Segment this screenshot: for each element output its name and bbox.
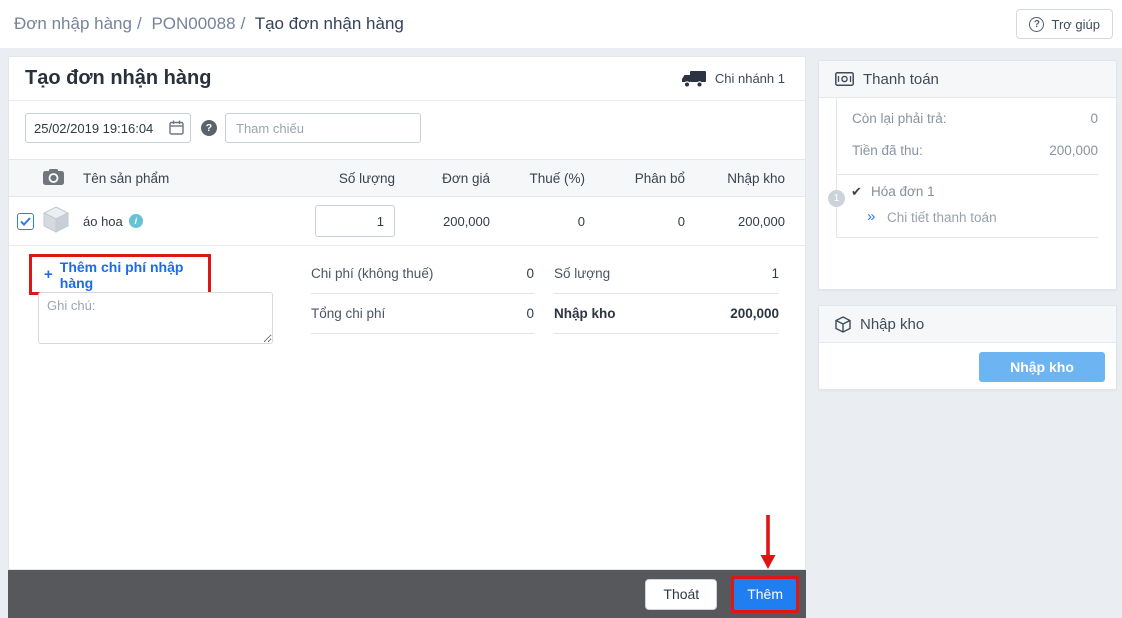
col-header-quantity: Số lượng [338, 170, 395, 186]
divider [836, 174, 1098, 175]
breadcrumb-section-link[interactable]: Đơn nhập hàng [14, 14, 132, 33]
breadcrumb-order-code-link[interactable]: PON00088 [151, 14, 235, 33]
stock-in-value: 200,000 [738, 213, 785, 229]
summary-row-cost-no-tax: Chi phí (không thuế) 0 [311, 254, 534, 294]
col-header-unit-price: Đơn giá [442, 170, 490, 186]
col-header-allocation: Phân bổ [634, 170, 685, 186]
summary-row-stock-in: Nhập kho 200,000 [554, 294, 779, 334]
product-checkbox[interactable] [17, 212, 34, 230]
payment-detail-link[interactable]: Chi tiết thanh toán [887, 210, 997, 225]
remaining-value: 0 [1090, 111, 1098, 126]
add-button[interactable]: Thêm [734, 578, 796, 610]
branch-label: Chi nhánh 1 [714, 71, 785, 86]
receive-order-panel: Tạo đơn nhận hàng Chi nhánh 1 ? [8, 56, 806, 570]
quantity-input[interactable] [315, 205, 395, 237]
payment-panel-body: Còn lại phải trả: 0 Tiền đã thu: 200,000… [819, 98, 1116, 290]
add-import-cost-link[interactable]: + Thêm chi phí nhập hàng [44, 259, 208, 291]
payment-panel-title: Thanh toán [863, 70, 939, 88]
summary-value: 1 [771, 266, 779, 281]
topbar: Đơn nhập hàng / PON00088/ Tạo đơn nhận hà… [0, 0, 1122, 48]
breadcrumb-current-page: Tạo đơn nhận hàng [254, 14, 404, 33]
summary-label: Tổng chi phí [311, 306, 386, 321]
col-header-tax: Thuế (%) [529, 170, 585, 186]
allocation-value: 0 [677, 213, 685, 229]
order-meta-row: ? [25, 113, 421, 143]
tax-value: 0 [577, 213, 585, 229]
invoice-check-icon: ✔ [851, 184, 862, 199]
summary-row-quantity: Số lượng 1 [554, 254, 779, 294]
product-info-icon[interactable]: i [128, 214, 143, 228]
receive-date-input[interactable] [25, 113, 191, 143]
product-name[interactable]: áo hoa [83, 214, 123, 229]
camera-icon [43, 168, 64, 185]
received-value: 200,000 [1049, 143, 1098, 158]
question-circle-icon: ? [1029, 16, 1045, 32]
plus-icon: + [44, 266, 53, 283]
breadcrumb-separator: / [136, 14, 142, 33]
unit-price-value: 200,000 [443, 213, 490, 229]
help-button-label: Trợ giúp [1051, 16, 1100, 32]
panel-header: Tạo đơn nhận hàng Chi nhánh 1 [9, 57, 805, 101]
double-chevron-icon: » [867, 208, 876, 225]
cash-icon [835, 72, 854, 86]
invoice-label: Hóa đơn 1 [871, 184, 935, 199]
received-label: Tiền đã thu: [852, 143, 923, 158]
annotation-red-box-add-button: Thêm [731, 575, 799, 613]
stock-in-button[interactable]: Nhập kho [979, 352, 1105, 382]
exit-button[interactable]: Thoát [645, 578, 718, 610]
product-cube-icon [42, 206, 70, 233]
summary-value: 200,000 [730, 306, 779, 321]
payment-panel-header: Thanh toán [819, 61, 1116, 98]
divider [836, 237, 1098, 238]
summary-label: Nhập kho [554, 306, 616, 321]
annotation-red-box-add-cost: + Thêm chi phí nhập hàng [29, 254, 211, 295]
stock-panel-header: Nhập kho [819, 306, 1116, 343]
product-table-header: Tên sản phẩm Số lượng Đơn giá Thuế (%) P… [9, 159, 805, 197]
truck-icon [681, 70, 706, 88]
stock-panel-body: Nhập kho [819, 343, 1116, 390]
remaining-label: Còn lại phải trả: [852, 111, 947, 126]
breadcrumb-separator: / [240, 14, 246, 33]
calendar-icon[interactable] [169, 120, 184, 135]
summary-label: Số lượng [554, 266, 611, 281]
stock-in-panel: Nhập kho Nhập kho [818, 305, 1117, 390]
summary-row-total-cost: Tổng chi phí 0 [311, 294, 534, 334]
branch-selector[interactable]: Chi nhánh 1 [681, 70, 785, 88]
footer-action-bar: Thoát Thêm [8, 570, 806, 618]
checkmark-icon [20, 216, 31, 226]
product-row: áo hoa i 200,000 0 0 200,000 [9, 197, 805, 246]
step-number-badge: 1 [828, 190, 845, 207]
cube-icon [835, 315, 851, 333]
summary-label: Chi phí (không thuế) [311, 266, 434, 281]
breadcrumb: Đơn nhập hàng / PON00088/ Tạo đơn nhận hà… [14, 14, 404, 34]
annotation-arrow [760, 515, 776, 569]
date-help-icon[interactable]: ? [201, 120, 217, 136]
order-summary: Chi phí (không thuế) 0 Tổng chi phí 0 Số… [311, 254, 779, 334]
summary-value: 0 [526, 306, 534, 321]
reference-input[interactable] [225, 113, 421, 143]
timeline-line [836, 98, 837, 237]
stock-panel-title: Nhập kho [860, 315, 925, 333]
payment-panel: Thanh toán Còn lại phải trả: 0 Tiền đã t… [818, 60, 1117, 290]
page-title: Tạo đơn nhận hàng [25, 67, 212, 89]
col-header-product: Tên sản phẩm [83, 170, 170, 186]
summary-value: 0 [526, 266, 534, 281]
notes-textarea[interactable] [38, 292, 273, 344]
add-import-cost-label: Thêm chi phí nhập hàng [59, 258, 184, 291]
help-button[interactable]: ? Trợ giúp [1016, 9, 1113, 39]
col-header-stock-in: Nhập kho [727, 170, 785, 186]
